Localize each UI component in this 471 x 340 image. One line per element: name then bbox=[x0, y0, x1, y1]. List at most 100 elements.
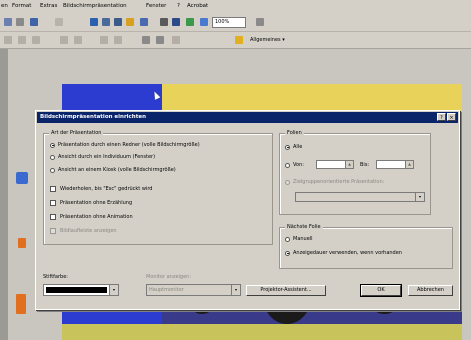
monitor-dropdown: Hauptmonitor ▾ bbox=[146, 284, 241, 296]
menu-item-acrobat[interactable]: Acrobat bbox=[187, 3, 208, 9]
radio-button[interactable] bbox=[50, 154, 55, 160]
numbering-icon[interactable] bbox=[114, 36, 122, 44]
checkbox-no-animation-label: Präsentation ohne Animation bbox=[60, 214, 133, 220]
radio-button[interactable] bbox=[285, 144, 290, 150]
italic-icon[interactable] bbox=[32, 36, 40, 44]
option-individual[interactable]: Ansicht durch ein Individuum (Fenster) bbox=[50, 154, 155, 160]
font-icon[interactable] bbox=[4, 36, 12, 44]
cancel-button[interactable]: Abbrechen bbox=[408, 285, 453, 296]
menu-item-ansicht[interactable]: en bbox=[1, 3, 8, 9]
presentation-type-label: Art der Präsentation bbox=[49, 130, 104, 136]
show-formatting-icon[interactable] bbox=[172, 18, 180, 26]
new-slide-icon[interactable] bbox=[140, 18, 148, 26]
hyperlink-icon[interactable] bbox=[90, 18, 98, 26]
promote-icon[interactable] bbox=[172, 36, 180, 44]
pen-color-swatch bbox=[46, 287, 107, 293]
checkbox-no-animation[interactable]: Präsentation ohne Animation bbox=[50, 214, 133, 220]
checkbox[interactable] bbox=[50, 186, 56, 192]
option-range[interactable]: Von: bbox=[285, 162, 304, 168]
custom-show-label: Zielgruppenorientierte Präsentation: bbox=[293, 179, 385, 185]
from-spinner[interactable]: ± bbox=[316, 160, 354, 169]
design-icon[interactable] bbox=[235, 36, 243, 44]
checkbox-no-narration[interactable]: Präsentation ohne Erzählung bbox=[50, 200, 132, 206]
option-speaker[interactable]: Präsentation durch einen Redner (volle B… bbox=[50, 142, 200, 148]
radio-button[interactable] bbox=[285, 250, 290, 256]
design-label: Allgemeines bbox=[250, 37, 281, 43]
design-button[interactable]: Allgemeines ▾ bbox=[247, 35, 303, 46]
menu-item-format[interactable]: Format bbox=[12, 3, 31, 9]
checkbox[interactable] bbox=[50, 200, 56, 206]
radio-button[interactable] bbox=[285, 162, 290, 168]
checkbox[interactable] bbox=[50, 214, 56, 220]
spellcheck-icon[interactable] bbox=[4, 18, 12, 26]
to-label: Bis: bbox=[360, 162, 370, 168]
speaker-icon[interactable] bbox=[16, 172, 28, 184]
help-icon[interactable] bbox=[256, 18, 264, 26]
advance-slides-group: Nächste Folie Manuell Anzeigedauer verwe… bbox=[279, 224, 453, 269]
increase-font-icon[interactable] bbox=[142, 36, 150, 44]
option-all-slides[interactable]: Alle bbox=[285, 144, 302, 150]
decrease-font-icon[interactable] bbox=[156, 36, 164, 44]
radio-button[interactable] bbox=[50, 167, 55, 173]
bold-icon[interactable] bbox=[18, 36, 26, 44]
insert-table-icon[interactable] bbox=[114, 18, 122, 26]
advance-slides-label: Nächste Folie bbox=[285, 224, 323, 230]
menu-bar: en Format Extras Bildschirmpräsentation … bbox=[0, 0, 471, 13]
option-use-timings-label: Anzeigedauer verwenden, wenn vorhanden bbox=[293, 250, 402, 256]
radio-button[interactable] bbox=[50, 142, 55, 148]
grayscale-icon[interactable] bbox=[186, 18, 194, 26]
slides-label: Folien bbox=[285, 130, 304, 136]
slide-object-icon bbox=[18, 238, 26, 248]
standard-toolbar: 100% bbox=[0, 13, 471, 32]
tables-borders-icon[interactable] bbox=[102, 18, 110, 26]
expand-all-icon[interactable] bbox=[160, 18, 168, 26]
insert-chart-icon[interactable] bbox=[126, 18, 134, 26]
chevron-down-icon[interactable]: ▾ bbox=[109, 285, 118, 295]
option-kiosk[interactable]: Ansicht an einem Kiosk (volle Bildschirm… bbox=[50, 167, 176, 173]
radio-button[interactable] bbox=[285, 236, 290, 242]
option-custom-show: Zielgruppenorientierte Präsentation: bbox=[285, 179, 384, 185]
checkbox-no-narration-label: Präsentation ohne Erzählung bbox=[60, 200, 133, 206]
option-manual-label: Manuell bbox=[293, 236, 313, 242]
checkbox-scrollbar-label: Bildlaufleiste anzeigen bbox=[60, 228, 117, 234]
bullets-icon[interactable] bbox=[100, 36, 108, 44]
menu-item-extras[interactable]: Extras bbox=[40, 3, 57, 9]
custom-show-dropdown: ▾ bbox=[295, 192, 425, 202]
dialog-title-bar: Bildschirmpräsentation einrichten ? × bbox=[37, 112, 458, 123]
checkbox bbox=[50, 228, 56, 234]
align-left-icon[interactable] bbox=[60, 36, 68, 44]
option-all-label: Alle bbox=[293, 144, 303, 150]
menu-item-help[interactable]: ? bbox=[177, 3, 180, 9]
option-use-timings[interactable]: Anzeigedauer verwenden, wenn vorhanden bbox=[285, 250, 402, 256]
zoom-value: 100% bbox=[215, 19, 230, 25]
monitor-label: Monitor anzeigen: bbox=[146, 274, 192, 280]
cut-icon[interactable] bbox=[16, 18, 24, 26]
align-center-icon[interactable] bbox=[74, 36, 82, 44]
slide-pane-edge bbox=[0, 49, 8, 340]
checkbox-loop[interactable]: Wiederholen, bis "Esc" gedrückt wird bbox=[50, 186, 152, 192]
undo-icon[interactable] bbox=[30, 18, 38, 26]
checkbox-loop-label: Wiederholen, bis "Esc" gedrückt wird bbox=[60, 186, 153, 192]
zoom-combo[interactable]: 100% bbox=[212, 17, 246, 28]
menu-item-slideshow[interactable]: Bildschirmpräsentation bbox=[63, 3, 127, 9]
formatting-toolbar: Allgemeines ▾ bbox=[0, 32, 471, 49]
redo-icon[interactable] bbox=[55, 18, 63, 26]
pen-color-dropdown[interactable]: ▾ bbox=[43, 284, 119, 296]
menu-item-fenster[interactable]: Fenster bbox=[146, 3, 166, 9]
dialog-title: Bildschirmpräsentation einrichten bbox=[40, 114, 147, 120]
slide-object-icon bbox=[16, 294, 26, 314]
option-manual[interactable]: Manuell bbox=[285, 236, 313, 242]
from-label: Von: bbox=[293, 162, 304, 168]
ok-button[interactable]: OK bbox=[360, 284, 402, 297]
pen-color-label: Stiftfarbe: bbox=[43, 274, 68, 280]
close-button[interactable]: × bbox=[447, 113, 456, 121]
chevron-down-icon: ▾ bbox=[415, 193, 424, 201]
spinner-arrows-icon[interactable]: ± bbox=[405, 161, 413, 168]
projector-wizard-button[interactable]: Projektor-Assistent... bbox=[246, 285, 326, 296]
option-kiosk-label: Ansicht an einem Kiosk (volle Bildschirm… bbox=[58, 167, 176, 173]
to-spinner[interactable]: ± bbox=[376, 160, 414, 169]
color-view-icon[interactable] bbox=[200, 18, 208, 26]
help-button[interactable]: ? bbox=[437, 113, 446, 121]
slideshow-setup-dialog: Bildschirmpräsentation einrichten ? × Ar… bbox=[35, 110, 460, 310]
spinner-arrows-icon[interactable]: ± bbox=[345, 161, 353, 168]
